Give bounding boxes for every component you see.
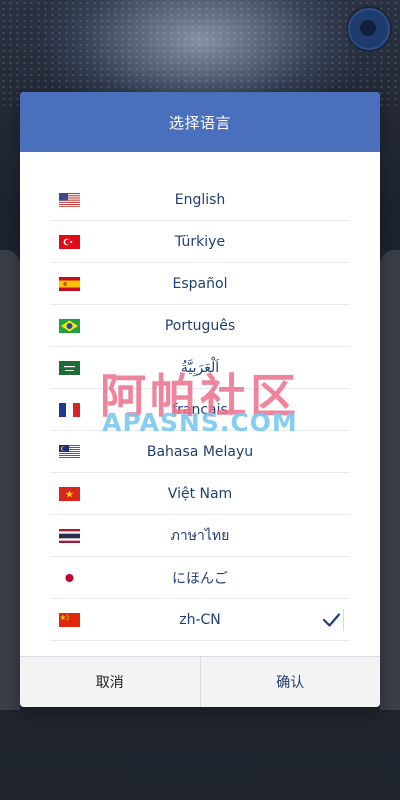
language-item-portugues[interactable]: Português (50, 305, 350, 347)
checkmark-icon (321, 608, 344, 631)
my-flag-icon (59, 444, 80, 459)
language-item-espanol[interactable]: Español (50, 263, 350, 305)
background-panel (0, 250, 20, 710)
confirm-button[interactable]: 确认 (201, 657, 381, 707)
language-label: Español (172, 275, 228, 292)
language-item-arabic[interactable]: اَلْعَرَبِيَّةُ (50, 347, 350, 389)
fr-flag-icon (59, 402, 80, 417)
language-list: English Türkiye Español Português اَلْعَ… (50, 179, 350, 641)
language-label: English (174, 191, 226, 208)
dialog-header: 选择语言 (20, 92, 380, 152)
avatar[interactable] (348, 8, 390, 50)
language-item-japanese[interactable]: にほんご (50, 557, 350, 599)
sa-flag-icon (59, 360, 80, 375)
language-item-turkiye[interactable]: Türkiye (50, 221, 350, 263)
language-item-francais[interactable]: français (50, 389, 350, 431)
language-item-malay[interactable]: Bahasa Melayu (50, 431, 350, 473)
cancel-button[interactable]: 取消 (20, 657, 201, 707)
language-item-zh-cn[interactable]: zh-CN (50, 599, 350, 641)
br-flag-icon (59, 318, 80, 333)
language-label: Bahasa Melayu (146, 443, 254, 460)
language-item-thai[interactable]: ภาษาไทย (50, 515, 350, 557)
language-label: Türkiye (174, 233, 226, 250)
language-item-vietnamese[interactable]: Việt Nam (50, 473, 350, 515)
language-label: français (172, 401, 228, 418)
dialog-footer: 取消 确认 (20, 656, 380, 707)
language-label: ภาษาไทย (170, 527, 230, 544)
es-flag-icon (59, 276, 80, 291)
language-dialog: 选择语言 English Türkiye Español Português ا… (20, 92, 380, 707)
language-label: zh-CN (179, 611, 221, 628)
cancel-button-label: 取消 (95, 675, 124, 691)
language-label: اَلْعَرَبِيَّةُ (180, 359, 220, 376)
cn-flag-icon (59, 612, 80, 627)
vn-flag-icon (59, 486, 80, 501)
tr-flag-icon (59, 234, 80, 249)
background-panel (380, 250, 400, 710)
language-item-english[interactable]: English (50, 179, 350, 221)
jp-flag-icon (59, 570, 80, 585)
language-label: にほんご (172, 570, 228, 587)
dialog-title: 选择语言 (168, 113, 231, 132)
language-label: Việt Nam (167, 485, 233, 502)
us-flag-icon (59, 192, 80, 207)
language-label: Português (164, 317, 236, 334)
confirm-button-label: 确认 (276, 675, 305, 691)
th-flag-icon (59, 528, 80, 543)
